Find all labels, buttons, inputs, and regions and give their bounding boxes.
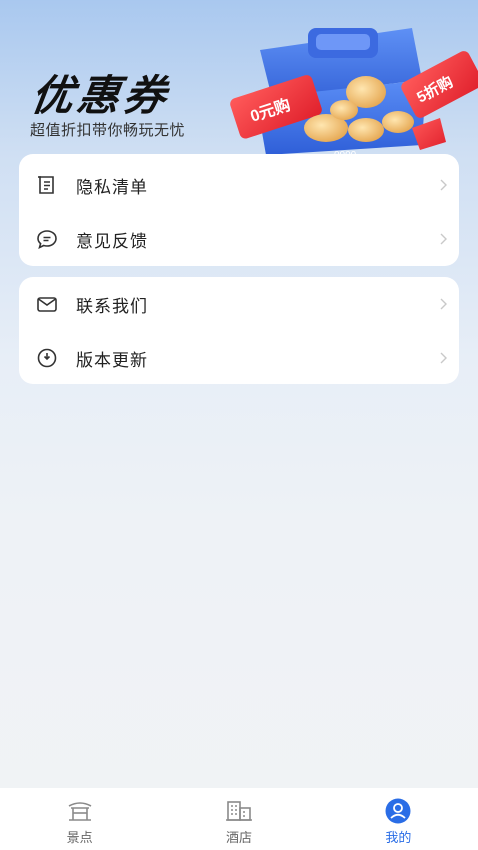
tab-label: 景点 (66, 831, 93, 846)
chevron-right-icon (440, 298, 447, 310)
chevron-right-icon (440, 352, 447, 364)
hotel-building-icon (225, 798, 253, 824)
tab-profile[interactable]: 我的 (319, 788, 478, 850)
menu-item-label: 意见反馈 (76, 231, 148, 252)
chevron-right-icon (440, 233, 447, 245)
tab-label: 我的 (385, 831, 412, 846)
user-profile-icon (384, 798, 412, 824)
menu-item-contact-us[interactable]: 联系我们 (19, 277, 459, 331)
menu-item-label: 版本更新 (76, 350, 148, 371)
attraction-gate-icon (66, 798, 94, 824)
coupon-banner[interactable]: 优惠券 超值折扣带你畅玩无忧 0元购 5折购 (0, 0, 478, 160)
tab-label: 酒店 (225, 831, 252, 846)
document-list-icon (35, 173, 59, 197)
clock-update-icon (35, 346, 59, 370)
banner-subtitle: 超值折扣带你畅玩无忧 (30, 121, 186, 139)
bottom-tab-bar: 景点 酒店 我的 (0, 788, 478, 850)
settings-card-about: 联系我们 版本更新 (19, 277, 459, 384)
settings-card-privacy: 隐私清单 意见反馈 (19, 154, 459, 266)
menu-item-label: 联系我们 (76, 296, 148, 317)
menu-item-feedback[interactable]: 意见反馈 (19, 212, 459, 266)
tab-hotels[interactable]: 酒店 (159, 788, 318, 850)
menu-item-privacy-list[interactable]: 隐私清单 (19, 158, 459, 212)
mail-icon (35, 292, 59, 316)
menu-item-label: 隐私清单 (76, 177, 148, 198)
banner-title: 优惠券 (28, 71, 174, 120)
menu-item-version-update[interactable]: 版本更新 (19, 331, 459, 385)
treasure-box-illustration: 0元购 5折购 0000 (230, 28, 478, 160)
chat-bubble-icon (35, 227, 59, 251)
chevron-right-icon (440, 179, 447, 191)
tab-attractions[interactable]: 景点 (0, 788, 159, 850)
